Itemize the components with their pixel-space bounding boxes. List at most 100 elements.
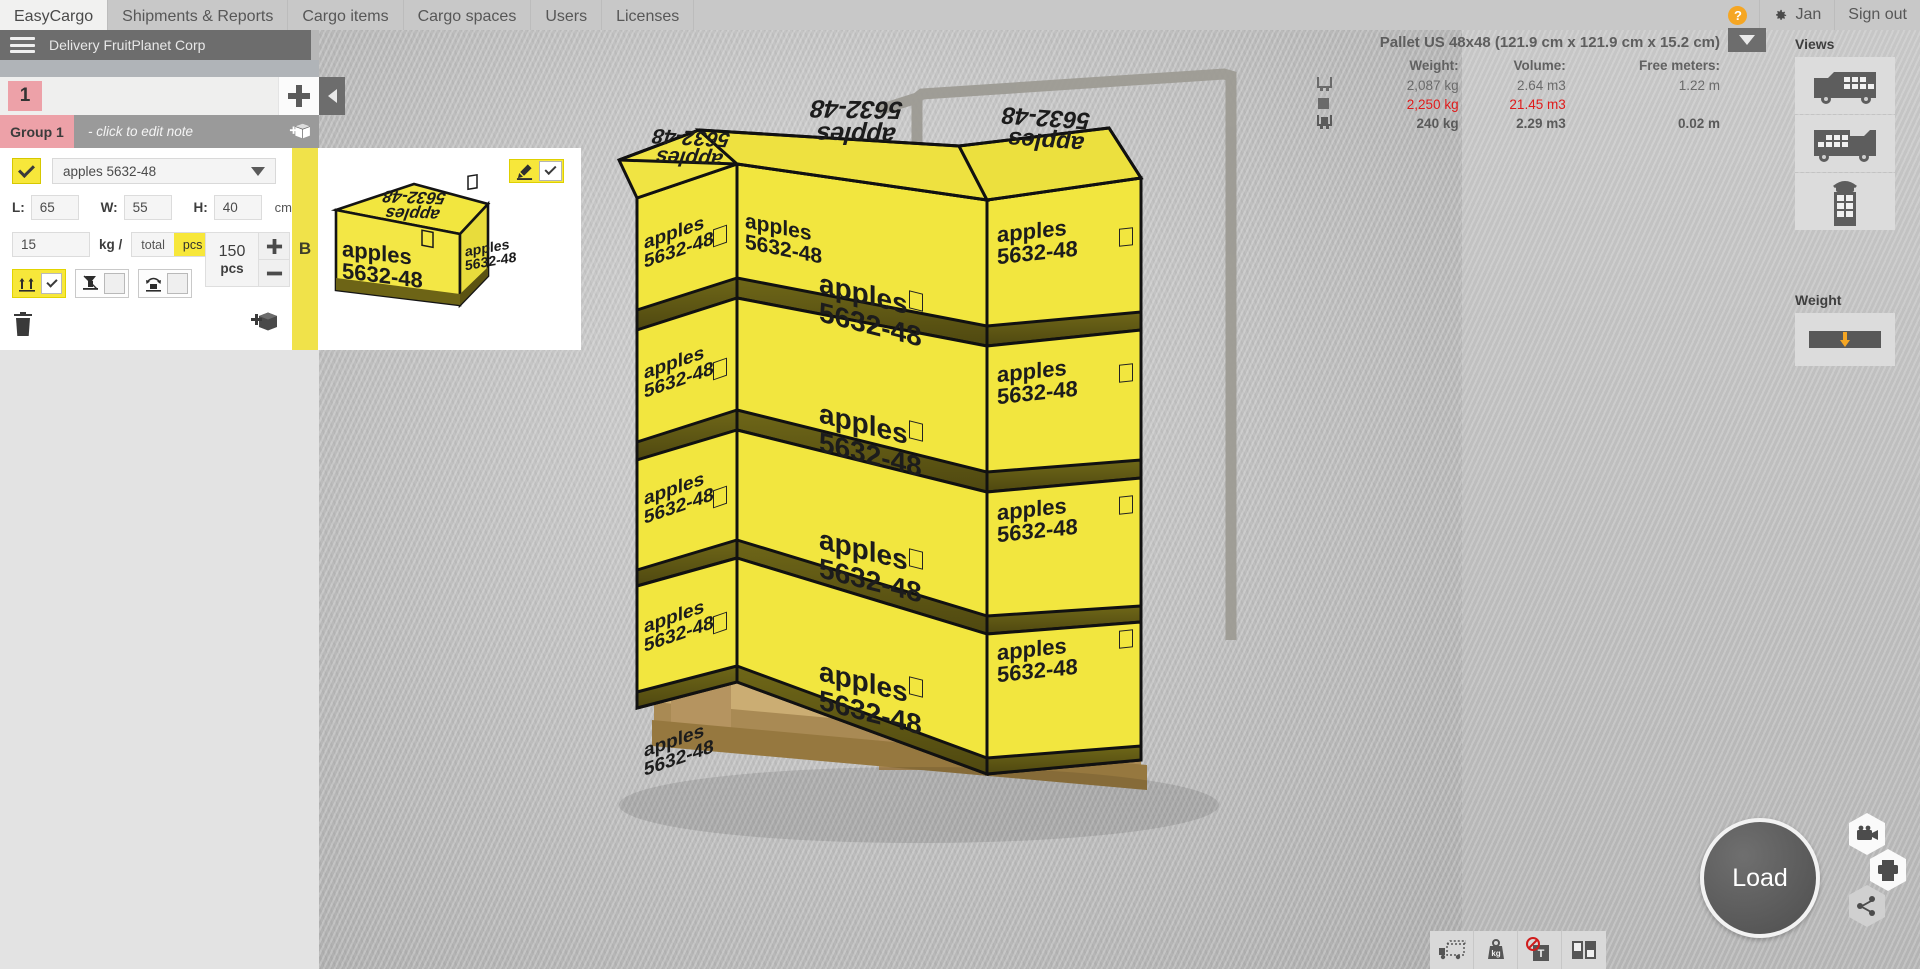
- height-label: H:: [193, 200, 208, 215]
- group-letter-strip[interactable]: B: [292, 148, 318, 350]
- height-input[interactable]: 40: [213, 195, 262, 220]
- box-face-label: apples 5632-48: [997, 354, 1078, 410]
- preview-top-label: apples 5632-48: [379, 186, 449, 225]
- weight-input[interactable]: 15: [12, 232, 90, 257]
- item-enabled-checkbox[interactable]: [12, 158, 41, 184]
- load-button[interactable]: Load: [1700, 818, 1820, 938]
- add-box-icon: [251, 312, 277, 331]
- total-pcs-toggle[interactable]: total pcs: [131, 232, 213, 257]
- quantity-increase-button[interactable]: [259, 233, 289, 259]
- cargo-space-icon: [1300, 76, 1360, 95]
- cargo-space-dropdown-button[interactable]: [1728, 28, 1766, 52]
- quantity-unit: pcs: [220, 261, 244, 276]
- nav-tab-shipments-reports[interactable]: Shipments & Reports: [108, 0, 289, 30]
- load-button-label: Load: [1732, 863, 1788, 892]
- tilt-toggle[interactable]: [75, 269, 129, 298]
- weight-title: Weight: [1795, 292, 1842, 308]
- rotate-checkbox[interactable]: [167, 273, 188, 294]
- rotate-toggle[interactable]: [138, 269, 192, 298]
- group-label[interactable]: Group 1: [0, 115, 74, 148]
- menu-icon[interactable]: [10, 37, 35, 53]
- this-side-up-icon: [1119, 227, 1133, 247]
- plus-icon: [266, 238, 282, 254]
- toolbar-button-cargo-space-outline[interactable]: [1430, 931, 1474, 969]
- view-button-truck-top[interactable]: [1795, 173, 1895, 230]
- sign-out-button[interactable]: Sign out: [1834, 0, 1920, 30]
- rotate-icon: [139, 274, 167, 293]
- nav-tab-label: Licenses: [616, 8, 680, 25]
- item-preview[interactable]: apples 5632-48 apples 5632-48 apples 5632-4…: [318, 148, 581, 350]
- preview-edit-toggle[interactable]: [509, 159, 564, 183]
- quantity-value: 150: [218, 243, 246, 260]
- weight-view-button[interactable]: [1795, 313, 1895, 366]
- stackable-checkbox[interactable]: [41, 273, 62, 294]
- stat-weight: 2,087 kg: [1406, 78, 1459, 93]
- nav-tab-label: Shipments & Reports: [122, 8, 274, 25]
- user-menu[interactable]: Jan: [1759, 0, 1834, 30]
- nav-tab-cargo-spaces[interactable]: Cargo spaces: [404, 0, 532, 30]
- delete-item-button[interactable]: [12, 312, 34, 341]
- stats-icon-col: [1300, 58, 1360, 76]
- toolbar-button-show-weights[interactable]: kg: [1474, 931, 1518, 969]
- help-icon[interactable]: ?: [1728, 5, 1748, 25]
- toolbar-button-hide-labels[interactable]: T: [1518, 931, 1562, 969]
- plus-icon: [288, 85, 310, 107]
- this-side-up-icon: [909, 676, 923, 698]
- pencil-icon[interactable]: [510, 160, 538, 182]
- nav-tab-licenses[interactable]: Licenses: [602, 0, 695, 30]
- nav-tab-users[interactable]: Users: [531, 0, 603, 30]
- quantity-display: 150 pcs: [206, 233, 258, 286]
- preview-confirm-button[interactable]: [539, 161, 562, 181]
- down-arrow-icon: [1840, 332, 1850, 347]
- total-option[interactable]: total: [132, 233, 174, 256]
- add-group-item-button[interactable]: [279, 115, 319, 148]
- scene-toolbar: kg T: [1430, 931, 1606, 969]
- nav-tab-label: Users: [545, 8, 588, 25]
- duplicate-item-button[interactable]: [248, 310, 278, 341]
- collapse-panel-button[interactable]: [319, 77, 345, 115]
- minus-icon: [266, 271, 282, 275]
- weight-section: Weight: [1795, 292, 1905, 366]
- check-icon: [45, 275, 58, 288]
- stat-volume: 2.29 m3: [1516, 116, 1566, 131]
- box-top-label: apples 5632-48: [806, 94, 906, 150]
- trash-icon: [14, 312, 32, 336]
- views-title: Views: [1795, 36, 1835, 52]
- box-top-label: apples 5632-48: [998, 100, 1094, 158]
- loaded-icon: [1300, 114, 1360, 133]
- delivery-name: Delivery FruitPlanet Corp: [49, 37, 206, 53]
- split-view-icon: [1572, 941, 1596, 959]
- box-top-label: apples 5632-48: [648, 123, 734, 172]
- box-face-label: apples 5632-48: [997, 632, 1078, 688]
- cargo-space-stats: Pallet US 48x48 (121.9 cm x 121.9 cm x 1…: [1300, 34, 1720, 133]
- this-side-up-icon: [909, 420, 923, 442]
- nav-tab-easycargo[interactable]: EasyCargo: [0, 0, 109, 30]
- width-input[interactable]: 55: [123, 195, 172, 220]
- nav-tab-label: Cargo items: [302, 8, 389, 25]
- group-note-field[interactable]: - click to edit note: [74, 115, 279, 148]
- length-input[interactable]: 65: [30, 195, 79, 220]
- item-name-select[interactable]: apples 5632-48: [52, 158, 276, 184]
- this-side-up-icon: [1119, 495, 1133, 515]
- shipment-tab-1[interactable]: 1: [8, 81, 42, 111]
- add-shipment-button[interactable]: [278, 77, 319, 115]
- username-label: Jan: [1795, 6, 1822, 23]
- view-button-truck-rear[interactable]: [1795, 57, 1895, 114]
- show-cargo-space-icon: [1438, 940, 1466, 960]
- item-name-label: apples 5632-48: [63, 163, 157, 179]
- tilt-checkbox[interactable]: [104, 273, 125, 294]
- quantity-decrease-button[interactable]: [259, 259, 289, 286]
- view-button-truck-side[interactable]: [1795, 115, 1895, 172]
- length-label: L:: [12, 200, 25, 215]
- share-button[interactable]: [1847, 884, 1887, 928]
- stat-volume: 2.64 m3: [1516, 78, 1566, 93]
- stat-free: [1566, 95, 1720, 114]
- toolbar-button-split-view[interactable]: [1562, 931, 1606, 969]
- stackable-toggle[interactable]: [12, 269, 66, 298]
- nav-tab-label: Cargo spaces: [417, 8, 517, 25]
- nav-tab-cargo-items[interactable]: Cargo items: [288, 0, 404, 30]
- add-box-icon: [289, 123, 311, 138]
- chevron-down-icon: [1739, 35, 1755, 45]
- stats-header-weight: Weight:: [1409, 58, 1459, 73]
- quantity-stepper[interactable]: 150 pcs: [205, 232, 290, 287]
